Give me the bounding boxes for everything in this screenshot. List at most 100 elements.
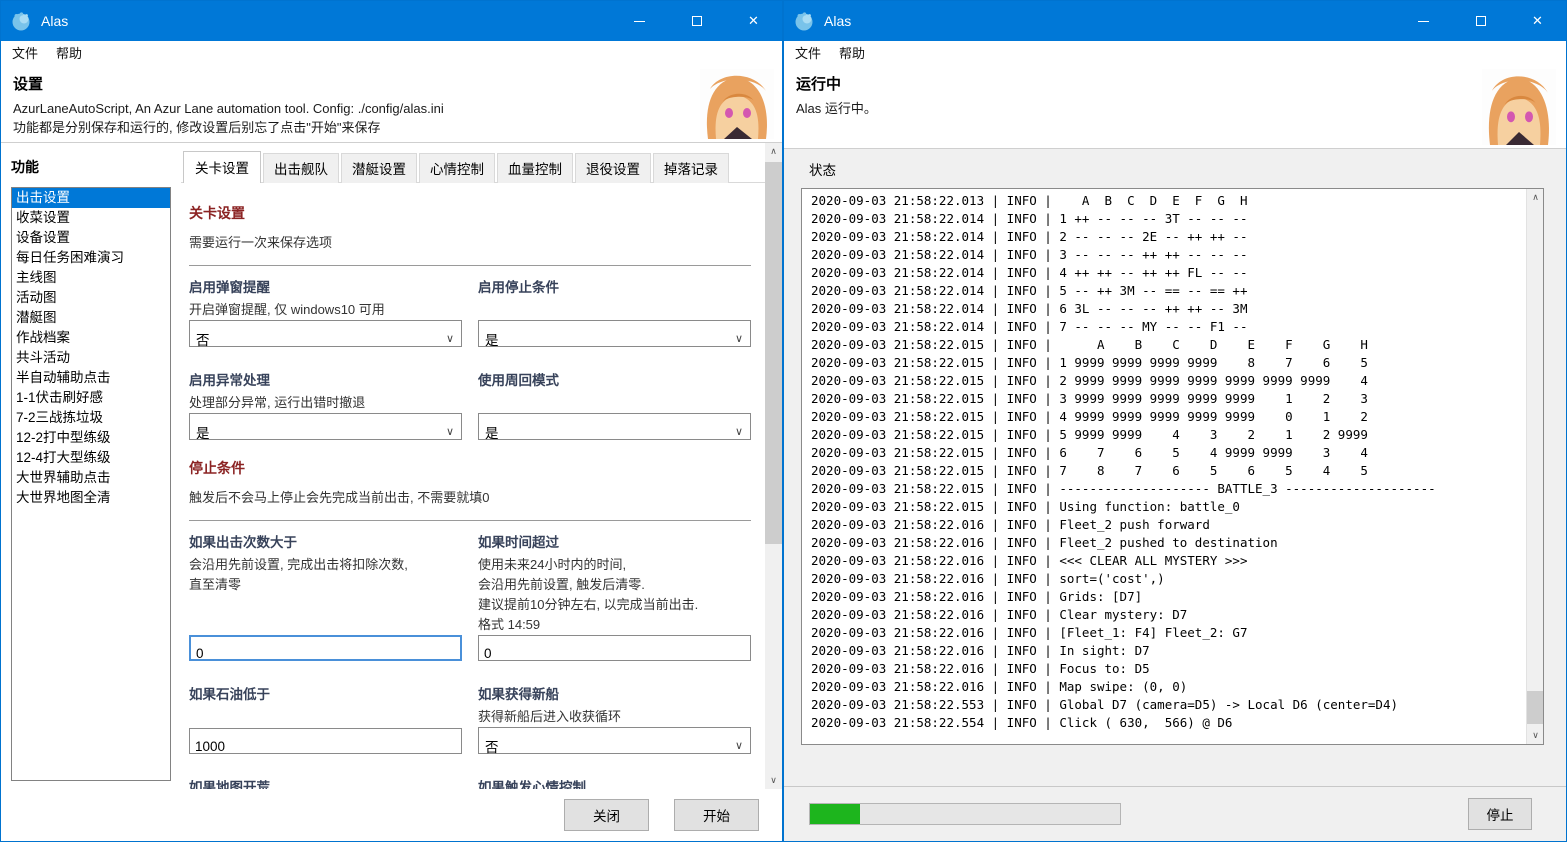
field-description: 会沿用先前设置, 完成出击将扣除次数, (189, 555, 462, 575)
sidebar-item[interactable]: 活动图 (12, 288, 170, 308)
field-description: 会沿用先前设置, 触发后清零. (478, 575, 751, 595)
form-row: 如果地图开荒如果触发心情控制若是, 等待回复, 完成本次, 停止 (189, 772, 751, 789)
close-button[interactable]: ✕ (725, 1, 782, 41)
field-input[interactable] (189, 635, 462, 661)
minimize-button[interactable] (611, 1, 668, 41)
sidebar-item[interactable]: 大世界地图全清 (12, 488, 170, 508)
settings-window: Alas ✕ 文件帮助 设置 AzurLaneAutoScript, An Az… (0, 0, 783, 842)
sidebar-item[interactable]: 设备设置 (12, 228, 170, 248)
tab-出击舰队[interactable]: 出击舰队 (263, 153, 339, 183)
sidebar-item[interactable]: 1-1伏击刷好感 (12, 388, 170, 408)
sidebar-item[interactable]: 半自动辅助点击 (12, 368, 170, 388)
start-button[interactable]: 开始 (674, 799, 759, 831)
sidebar-item[interactable]: 7-2三战拣垃圾 (12, 408, 170, 428)
tab-潜艇设置[interactable]: 潜艇设置 (341, 153, 417, 183)
maximize-button[interactable] (668, 1, 725, 41)
log-line: 2020-09-03 21:58:22.015 | INFO | -------… (811, 480, 1523, 498)
form-field: 如果石油低于 (189, 679, 462, 754)
chevron-down-icon: ∨ (735, 332, 743, 345)
form-field: 如果地图开荒 (189, 772, 462, 789)
section-heading: 关卡设置 (189, 203, 751, 223)
sidebar-item[interactable]: 主线图 (12, 268, 170, 288)
field-label: 如果出击次数大于 (189, 533, 462, 552)
runner-body: 状态 2020-09-03 21:58:22.013 | INFO | A B … (784, 149, 1566, 786)
dropdown-value: 是 (196, 422, 210, 442)
scroll-up-icon[interactable]: ∧ (1527, 189, 1544, 206)
log-scrollbar[interactable]: ∧ ∨ (1526, 189, 1543, 744)
page-subtitle-2: 功能都是分别保存和运行的, 修改设置后别忘了点击"开始"来保存 (13, 118, 782, 137)
log-line: 2020-09-03 21:58:22.015 | INFO | 1 9999 … (811, 354, 1523, 372)
maximize-button[interactable] (1452, 1, 1509, 41)
menu-item-1[interactable]: 帮助 (47, 41, 91, 64)
scrollbar-thumb[interactable] (765, 162, 782, 544)
function-listbox[interactable]: 出击设置收菜设置设备设置每日任务困难演习主线图活动图潜艇图作战档案共斗活动半自动… (11, 187, 171, 781)
window-title: Alas (41, 13, 68, 29)
field-label: 如果时间超过 (478, 533, 751, 552)
titlebar[interactable]: Alas ✕ (1, 1, 782, 41)
maximize-icon (1476, 16, 1486, 26)
stop-button[interactable]: 停止 (1468, 798, 1532, 830)
log-line: 2020-09-03 21:58:22.014 | INFO | 3 -- --… (811, 246, 1523, 264)
menu-item-0[interactable]: 文件 (3, 41, 47, 64)
field-dropdown[interactable]: 是∨ (478, 413, 751, 440)
field-dropdown[interactable]: 是∨ (478, 320, 751, 347)
tab-血量控制[interactable]: 血量控制 (497, 153, 573, 183)
tab-掉落记录[interactable]: 掉落记录 (653, 153, 729, 183)
menu-item-0[interactable]: 文件 (786, 41, 830, 64)
close-settings-button[interactable]: 关闭 (564, 799, 649, 831)
sidebar: 功能 出击设置收菜设置设备设置每日任务困难演习主线图活动图潜艇图作战档案共斗活动… (1, 143, 171, 789)
scrollbar-thumb[interactable] (1527, 691, 1544, 724)
status-label: 状态 (809, 159, 1544, 179)
field-label: 如果触发心情控制 (478, 778, 751, 789)
sidebar-item[interactable]: 12-4打大型练级 (12, 448, 170, 468)
field-dropdown[interactable]: 否∨ (478, 727, 751, 754)
field-dropdown[interactable]: 是∨ (189, 413, 462, 440)
form-field: 如果触发心情控制若是, 等待回复, 完成本次, 停止 (478, 772, 751, 789)
field-description: 获得新船后进入收获循环 (478, 707, 751, 727)
sidebar-item[interactable]: 大世界辅助点击 (12, 468, 170, 488)
page-subtitle-1: AzurLaneAutoScript, An Azur Lane automat… (13, 99, 782, 118)
sidebar-item[interactable]: 收菜设置 (12, 208, 170, 228)
maximize-icon (692, 16, 702, 26)
sidebar-item[interactable]: 12-2打中型练级 (12, 428, 170, 448)
log-output[interactable]: 2020-09-03 21:58:22.013 | INFO | A B C D… (801, 188, 1544, 745)
field-label: 启用异常处理 (189, 371, 462, 390)
close-button[interactable]: ✕ (1509, 1, 1566, 41)
minimize-button[interactable] (1395, 1, 1452, 41)
form-field: 使用周回模式是∨ (478, 365, 751, 440)
scroll-down-icon[interactable]: ∨ (1527, 727, 1544, 744)
field-input[interactable] (189, 728, 462, 754)
field-label: 如果获得新船 (478, 685, 751, 704)
sidebar-item[interactable]: 每日任务困难演习 (12, 248, 170, 268)
app-root: Alas ✕ 文件帮助 设置 AzurLaneAutoScript, An Az… (0, 0, 1567, 842)
log-line: 2020-09-03 21:58:22.016 | INFO | In sigh… (811, 642, 1523, 660)
sidebar-item[interactable]: 出击设置 (12, 188, 170, 208)
sidebar-item[interactable]: 作战档案 (12, 328, 170, 348)
window-title: Alas (824, 13, 851, 29)
tab-关卡设置[interactable]: 关卡设置 (183, 151, 261, 183)
field-dropdown[interactable]: 否∨ (189, 320, 462, 347)
scroll-down-icon[interactable]: ∨ (765, 772, 782, 789)
titlebar[interactable]: Alas ✕ (784, 1, 1566, 41)
log-line: 2020-09-03 21:58:22.015 | INFO | Using f… (811, 498, 1523, 516)
scroll-up-icon[interactable]: ∧ (765, 143, 782, 160)
field-label: 如果石油低于 (189, 685, 462, 704)
field-input[interactable] (478, 635, 751, 661)
sidebar-item[interactable]: 潜艇图 (12, 308, 170, 328)
field-description: 直至清零 (189, 575, 462, 595)
log-line: 2020-09-03 21:58:22.016 | INFO | <<< CLE… (811, 552, 1523, 570)
field-description: 开启弹窗提醒, 仅 windows10 可用 (189, 300, 462, 320)
menu-item-1[interactable]: 帮助 (830, 41, 874, 64)
field-description: 建议提前10分钟左右, 以完成当前出击. (478, 595, 751, 615)
dropdown-value: 否 (485, 736, 499, 756)
window-controls: ✕ (611, 1, 782, 41)
main-scrollbar[interactable]: ∧ ∨ (765, 143, 782, 789)
section-heading: 停止条件 (189, 458, 751, 478)
sidebar-item[interactable]: 共斗活动 (12, 348, 170, 368)
settings-main: 关卡设置出击舰队潜艇设置心情控制血量控制退役设置掉落记录 关卡设置需要运行一次来… (171, 143, 782, 789)
tab-退役设置[interactable]: 退役设置 (575, 153, 651, 183)
log-line: 2020-09-03 21:58:22.554 | INFO | Click (… (811, 714, 1523, 732)
field-label: 使用周回模式 (478, 371, 751, 390)
runner-footer: 停止 (784, 786, 1566, 841)
tab-心情控制[interactable]: 心情控制 (419, 153, 495, 183)
